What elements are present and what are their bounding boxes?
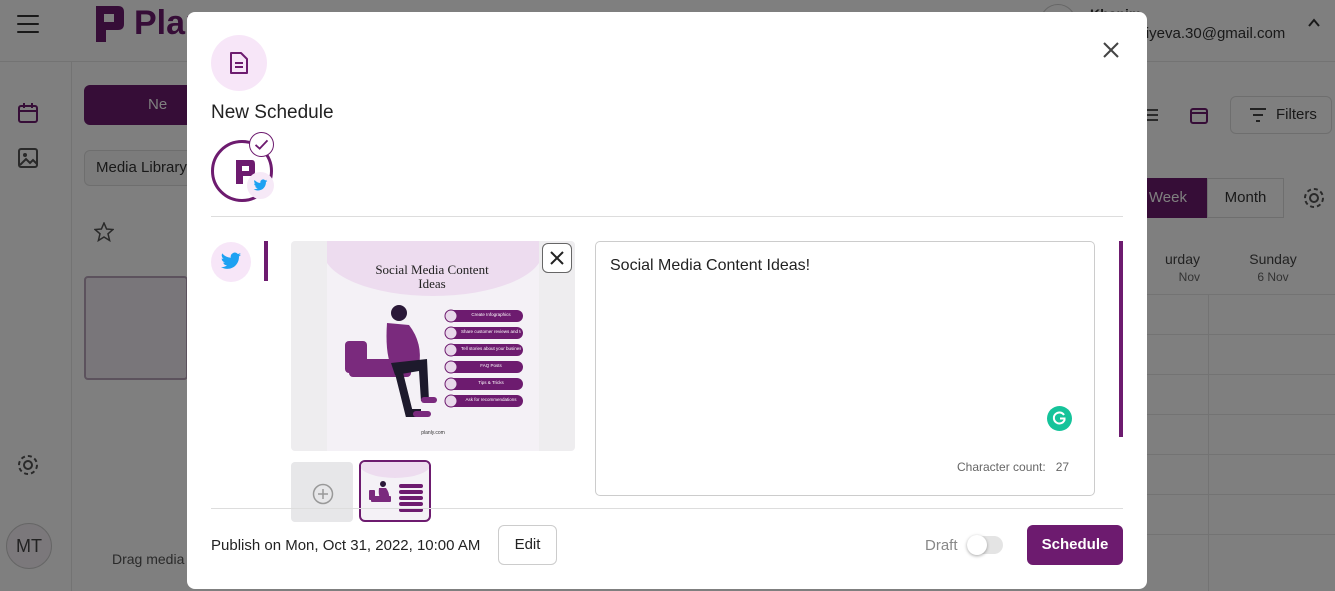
- publish-date-text: Publish on Mon, Oct 31, 2022, 10:00 AM: [211, 537, 481, 554]
- character-count-value: 27: [1055, 460, 1070, 474]
- remove-media-button[interactable]: [542, 243, 572, 273]
- plus-circle-icon: [312, 483, 334, 505]
- twitter-icon: [220, 252, 242, 269]
- poster-item: Tips & Tricks: [478, 380, 504, 385]
- poster-item: Create Infographics: [471, 312, 511, 317]
- add-media-button[interactable]: [291, 462, 353, 522]
- poster-image: Social Media Content Ideas Create Infogr…: [323, 241, 543, 451]
- twitter-badge: [247, 172, 274, 199]
- draft-label: Draft: [925, 537, 958, 554]
- thumbnail-artwork: [361, 462, 429, 512]
- document-icon: [230, 52, 248, 74]
- schedule-button[interactable]: Schedule: [1027, 525, 1123, 565]
- modal-title: New Schedule: [211, 102, 334, 123]
- editor-scrollbar[interactable]: [1119, 241, 1123, 437]
- draft-toggle[interactable]: [967, 535, 1003, 555]
- edit-date-button[interactable]: Edit: [498, 525, 557, 565]
- new-schedule-modal: New Schedule Social Media Content Ideas …: [187, 12, 1147, 589]
- close-icon[interactable]: [1101, 40, 1121, 60]
- section-divider: [211, 216, 1123, 217]
- toggle-knob: [967, 535, 987, 555]
- post-text-content: Social Media Content Ideas!: [610, 257, 811, 274]
- post-text-editor[interactable]: Social Media Content Ideas!: [595, 241, 1095, 496]
- document-icon-circle: [211, 35, 267, 91]
- close-icon: [550, 251, 564, 265]
- poster-footer: planly.com: [421, 430, 445, 436]
- media-thumbnail-selected[interactable]: [359, 460, 431, 522]
- character-count-label: Character count:: [957, 460, 1046, 474]
- poster-item: Ask for recommendations: [465, 397, 517, 402]
- poster-item: FAQ Posts: [480, 363, 502, 368]
- grammarly-g-glyph: [1052, 411, 1066, 425]
- grammarly-icon[interactable]: [1047, 406, 1072, 431]
- footer-divider: [211, 508, 1123, 509]
- active-platform-indicator: [264, 241, 268, 281]
- twitter-platform-icon-circle[interactable]: [211, 242, 251, 282]
- poster-item: Share customer reviews and testimonials: [461, 329, 521, 334]
- character-count: Character count: 27: [957, 460, 1069, 474]
- poster-title: Social Media Content Ideas: [375, 262, 489, 291]
- check-icon: [249, 132, 274, 157]
- media-preview: Social Media Content Ideas Create Infogr…: [291, 241, 575, 451]
- poster-item: Tell stories about your business: [461, 346, 521, 351]
- poster-list: [444, 309, 523, 408]
- twitter-icon: [253, 179, 268, 191]
